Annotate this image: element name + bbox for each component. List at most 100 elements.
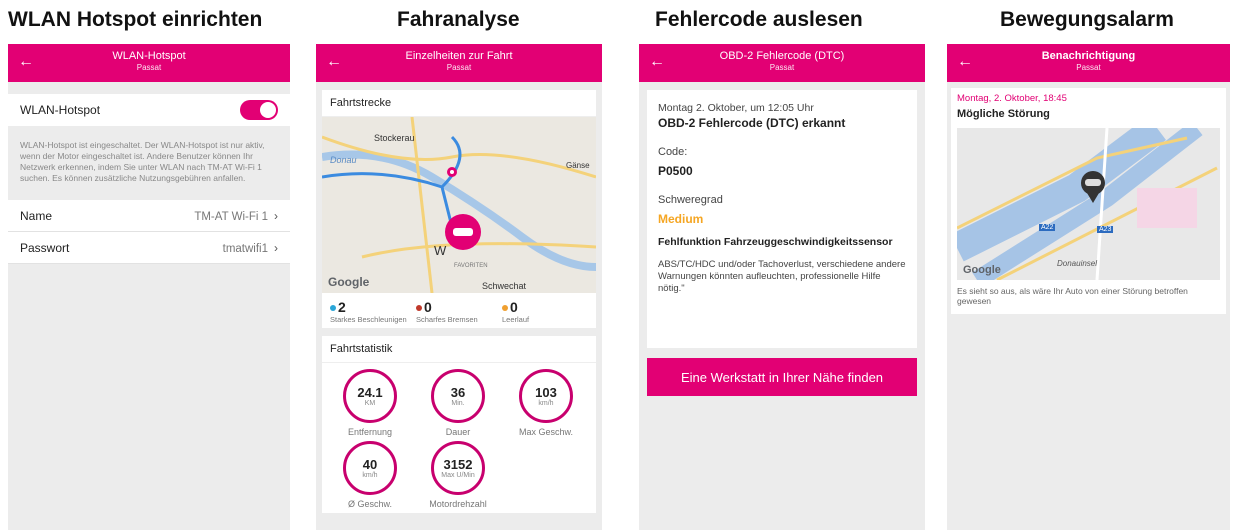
find-workshop-button[interactable]: Eine Werkstatt in Ihrer Nähe finden (647, 358, 917, 396)
stat-value: 40 (362, 457, 378, 472)
app-bar-subtitle: Passat (769, 63, 795, 72)
road-shield-a22: A22 (1039, 224, 1056, 231)
event-count: 0 (510, 299, 518, 315)
stat-unit: KM (364, 400, 376, 407)
notification-description: Es sieht so aus, als wäre Ihr Auto von e… (957, 286, 1188, 306)
road-shield-a23: A23 (1097, 226, 1114, 233)
map-label-stockerau: Stockerau (374, 133, 415, 143)
stat-unit: km/h (538, 400, 554, 407)
stat-circle: 36 Min. (431, 369, 485, 423)
stat-circle: 40 km/h (343, 441, 397, 495)
stat-value: 103 (535, 385, 557, 400)
stat-rpm: 3152 Max U/Min Motordrehzahl (414, 441, 502, 509)
stat-distance: 24.1 KM Entfernung (326, 369, 414, 437)
stat-max-speed: 103 km/h Max Geschw. (502, 369, 590, 437)
app-bar: ← Benachrichtigung Passat (947, 44, 1230, 82)
list-item-name[interactable]: Name TM-AT Wi-Fi 1 › (8, 200, 290, 232)
statistics-card: Fahrtstatistik 24.1 KM Entfernung 36 Min. … (322, 336, 596, 513)
stat-label: Ø Geschw. (347, 499, 392, 509)
google-logo: Google (963, 264, 1001, 276)
stat-unit: km/h (362, 472, 378, 479)
event-count: 0 (424, 299, 432, 315)
app-bar: ← WLAN-Hotspot Passat (8, 44, 290, 82)
route-map[interactable]: Stockerau Donau Gänse W FAVORITEN Schwec… (322, 117, 596, 293)
stat-unit: Min. (451, 400, 465, 407)
error-heading: OBD-2 Fehlercode (DTC) erkannt (658, 116, 846, 130)
error-description: ABS/TC/HDC und/oder Tachoverlust, versch… (658, 259, 906, 294)
stat-unit: Max U/Min (441, 472, 475, 479)
screen-obd-error: ← OBD-2 Fehlercode (DTC) Passat Montag 2… (639, 44, 925, 530)
error-date: Montag 2. Oktober, um 12:05 Uhr (658, 102, 814, 114)
name-value: TM-AT Wi-Fi 1 (194, 210, 268, 223)
map-label-w: W (434, 243, 447, 258)
map-label-donauinsel: Donauinsel (1057, 259, 1098, 268)
stat-circle: 3152 Max U/Min (431, 441, 485, 495)
app-bar-subtitle: Passat (1076, 63, 1101, 72)
event-label: Leerlauf (502, 315, 530, 324)
stat-circle: 24.1 KM (343, 369, 397, 423)
screen-wlan-hotspot: ← WLAN-Hotspot Passat WLAN-Hotspot WLAN-… (8, 44, 290, 530)
stat-value: 3152 (443, 457, 473, 472)
error-function: Fehlfunktion Fahrzeuggeschwindigkeitssen… (658, 236, 893, 248)
list-item-password[interactable]: Passwort tmatwifi1 › (8, 232, 290, 264)
map-label-schwechat: Schwechat (482, 281, 527, 291)
orange-dot-icon (502, 305, 508, 312)
caption-bewegungsalarm: Bewegungsalarm (1000, 8, 1174, 31)
stat-value: 24.1 (357, 385, 383, 400)
stat-label: Max Geschw. (518, 427, 574, 437)
event-label: Scharfes Bremsen (416, 315, 478, 324)
notification-heading: Mögliche Störung (957, 108, 1050, 120)
app-bar-title: WLAN-Hotspot (112, 50, 186, 62)
chevron-right-icon: › (274, 208, 278, 223)
password-value: tmatwifi1 (222, 242, 268, 255)
stat-label: Entfernung (347, 427, 393, 437)
blue-dot-icon (330, 305, 336, 312)
map-label-favoriten: FAVORITEN (454, 263, 488, 269)
event-acceleration: 2 Starkes Beschleunigen (330, 299, 416, 324)
stat-circle: 103 km/h (519, 369, 573, 423)
code-label: Code: (658, 146, 688, 158)
error-card: Montag 2. Oktober, um 12:05 Uhr OBD-2 Fe… (647, 90, 917, 348)
app-bar-title: Benachrichtigung (1041, 50, 1136, 62)
notification-card[interactable]: Montag, 2. Oktober, 18:45 Mögliche Störu… (951, 88, 1226, 314)
severity-label: Schweregrad (658, 194, 723, 206)
map-label-gaense: Gänse (566, 161, 590, 170)
app-bar-title: OBD-2 Fehlercode (DTC) (719, 50, 845, 62)
caption-wlan: WLAN Hotspot einrichten (8, 8, 263, 31)
event-label: Starkes Beschleunigen (330, 315, 407, 324)
statistics-header: Fahrtstatistik (322, 336, 596, 363)
screen-motion-alarm: ← Benachrichtigung Passat Montag, 2. Okt… (947, 44, 1230, 530)
chevron-right-icon: › (274, 240, 278, 255)
hotspot-settings-list: Name TM-AT Wi-Fi 1 › Passwort tmatwifi1 › (8, 200, 290, 264)
route-card: Fahrtstrecke Stockerau Donau Gänse W FAV… (322, 90, 596, 328)
stat-label: Dauer (445, 427, 471, 437)
google-logo: Google (328, 275, 370, 289)
name-label: Name (20, 208, 53, 223)
app-bar: ← Einzelheiten zur Fahrt Passat (316, 44, 602, 82)
wlan-hotspot-row: WLAN-Hotspot (8, 94, 290, 126)
stat-avg-speed: 40 km/h Ø Geschw. (326, 441, 414, 509)
app-bar-subtitle: Passat (136, 63, 162, 72)
stat-value: 36 (450, 385, 466, 400)
app-bar-subtitle: Passat (446, 63, 472, 72)
wlan-hotspot-note: WLAN-Hotspot ist eingeschaltet. Der WLAN… (20, 140, 265, 183)
event-idle: 0 Leerlauf (502, 299, 588, 324)
caption-fehlercode: Fehlercode auslesen (655, 8, 863, 31)
wlan-hotspot-toggle[interactable] (240, 100, 278, 120)
password-label: Passwort (20, 240, 70, 255)
alarm-map[interactable]: Google Donauinsel A22 A23 (957, 128, 1220, 280)
event-count: 2 (338, 299, 346, 315)
severity-value: Medium (658, 212, 704, 226)
stat-duration: 36 Min. Dauer (414, 369, 502, 437)
event-braking: 0 Scharfes Bremsen (416, 299, 502, 324)
wlan-hotspot-label: WLAN-Hotspot (20, 103, 101, 117)
notification-date: Montag, 2. Oktober, 18:45 (957, 93, 1067, 104)
red-dot-icon (416, 305, 422, 312)
stat-label: Motordrehzahl (429, 499, 487, 509)
map-label-donau: Donau (330, 155, 357, 165)
route-header: Fahrtstrecke (322, 90, 596, 117)
caption-fahranalyse: Fahranalyse (397, 8, 520, 31)
app-bar: ← OBD-2 Fehlercode (DTC) Passat (639, 44, 925, 82)
code-value: P0500 (658, 164, 693, 178)
screen-trip-details: ← Einzelheiten zur Fahrt Passat Fahrtstr… (316, 44, 602, 530)
